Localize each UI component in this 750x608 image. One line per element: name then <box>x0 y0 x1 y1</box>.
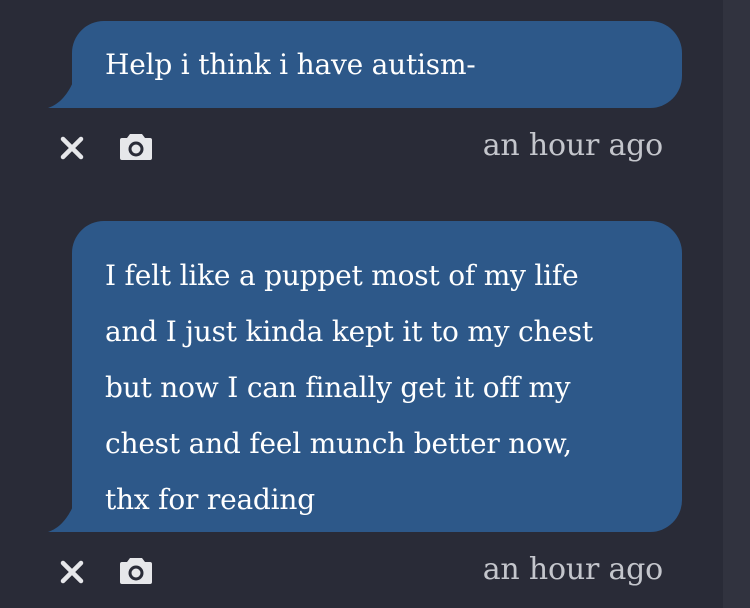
timestamp: an hour ago <box>482 552 663 587</box>
right-edge-panel <box>723 0 750 608</box>
camera-icon[interactable] <box>119 555 153 585</box>
bubble-tail <box>48 80 74 108</box>
message-text: Help i think i have autism- <box>105 48 476 81</box>
close-icon[interactable] <box>58 558 86 586</box>
message-bubble: Help i think i have autism- <box>48 21 682 108</box>
message-bubble: I felt like a puppet most of my life and… <box>48 221 682 532</box>
timestamp: an hour ago <box>482 128 663 163</box>
message-meta: an hour ago <box>0 126 723 166</box>
camera-icon[interactable] <box>119 131 153 161</box>
close-icon[interactable] <box>58 134 86 162</box>
bubble-tail <box>48 504 74 532</box>
message-meta: an hour ago <box>0 550 723 590</box>
message-text: I felt like a puppet most of my life and… <box>105 259 593 516</box>
